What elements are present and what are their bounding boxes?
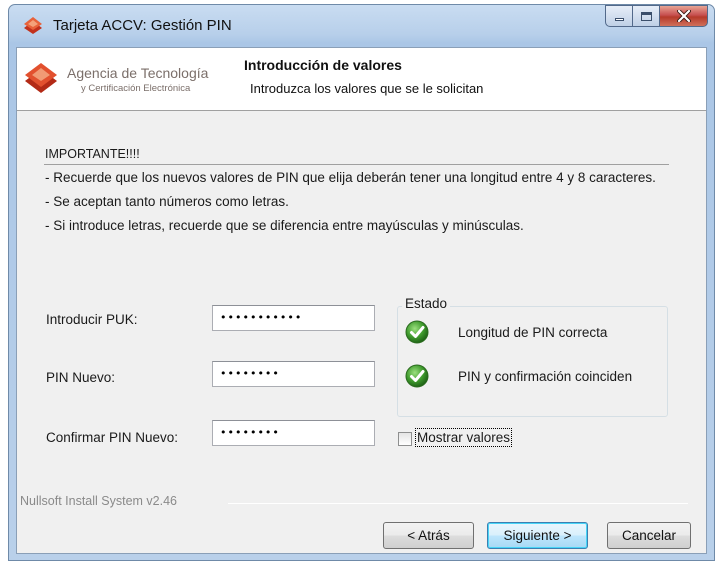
new-pin-input[interactable]: •••••••• <box>212 361 375 387</box>
show-values-label[interactable]: Mostrar valores <box>415 428 513 447</box>
important-notes: - Recuerde que los nuevos valores de PIN… <box>45 169 675 235</box>
title-bar[interactable]: Tarjeta ACCV: Gestión PIN <box>9 5 714 47</box>
page-title: Introducción de valores <box>244 57 402 73</box>
cancel-button[interactable]: Cancelar <box>607 522 691 549</box>
close-icon <box>676 10 691 22</box>
important-heading: IMPORTANTE!!!! <box>45 147 140 161</box>
window-title: Tarjeta ACCV: Gestión PIN <box>53 17 232 34</box>
note-line: - Se aceptan tanto números como letras. <box>45 194 289 209</box>
minimize-icon <box>614 17 624 21</box>
status-pin-match: PIN y confirmación coinciden <box>458 369 633 384</box>
check-icon <box>405 364 429 388</box>
important-divider <box>44 164 669 165</box>
app-icon <box>24 17 42 34</box>
maximize-button[interactable] <box>633 5 660 27</box>
confirm-pin-input[interactable]: •••••••• <box>212 420 375 446</box>
footer-divider <box>228 503 688 504</box>
show-values-checkbox[interactable] <box>398 432 412 446</box>
back-button[interactable]: < Atrás <box>383 522 474 549</box>
caption-buttons <box>605 5 708 27</box>
puk-label: Introducir PUK: <box>46 312 138 327</box>
confirm-pin-label: Confirmar PIN Nuevo: <box>46 430 179 445</box>
logo-text-line1: Agencia de Tecnología <box>67 65 209 81</box>
nsis-branding: Nullsoft Install System v2.46 <box>20 494 178 508</box>
note-line: - Recuerde que los nuevos valores de PIN… <box>45 170 656 185</box>
installer-window: Tarjeta ACCV: Gestión PIN Agencia de Tec… <box>8 4 715 561</box>
puk-input[interactable]: ••••••••••• <box>212 305 375 331</box>
estado-group <box>397 306 668 417</box>
next-button[interactable]: Siguiente > <box>487 522 588 549</box>
minimize-button[interactable] <box>605 5 633 27</box>
close-button[interactable] <box>660 5 708 27</box>
status-pin-length: Longitud de PIN correcta <box>458 325 608 340</box>
new-pin-label: PIN Nuevo: <box>46 370 116 385</box>
dialog-client-area: Agencia de Tecnología y Certificación El… <box>16 47 707 554</box>
check-icon <box>405 320 429 344</box>
logo-mark-icon <box>25 63 57 93</box>
page-header: Agencia de Tecnología y Certificación El… <box>17 48 706 111</box>
note-line: - Si introduce letras, recuerde que se d… <box>45 218 524 233</box>
accv-logo: Agencia de Tecnología y Certificación El… <box>23 57 233 102</box>
maximize-icon <box>640 11 652 21</box>
logo-text-line2: y Certificación Electrónica <box>81 83 191 94</box>
page-subtitle: Introduzca los valores que se le solicit… <box>250 81 484 96</box>
estado-legend: Estado <box>402 296 451 311</box>
